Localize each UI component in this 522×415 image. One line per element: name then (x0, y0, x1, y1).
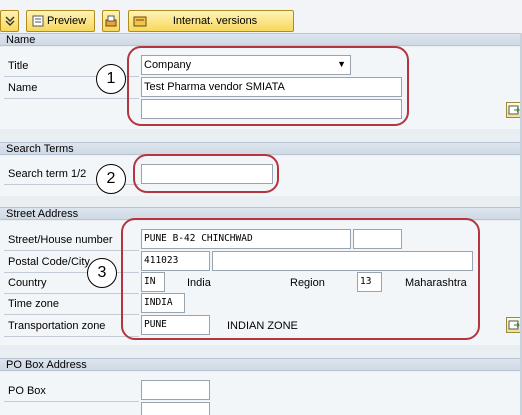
internat-versions-icon (133, 16, 147, 27)
po-section-title: PO Box Address (6, 359, 87, 371)
transport-label: Transportation zone (8, 320, 106, 332)
annotation-marker-1: 1 (96, 64, 126, 94)
po-box-field-2[interactable] (141, 402, 210, 415)
po-underline (4, 401, 139, 402)
postal-underline (4, 272, 139, 273)
print-button[interactable] (102, 10, 120, 32)
po-section-header: PO Box Address (0, 358, 522, 371)
timezone-label: Time zone (8, 298, 59, 310)
transport-underline (4, 336, 139, 337)
preview-icon (32, 15, 44, 27)
po-panel: PO Box (0, 372, 522, 415)
country-label: Country (8, 277, 47, 289)
highlight-name-box (127, 46, 409, 126)
expand-fields-icon (508, 320, 520, 330)
internat-versions-label: Internat. versions (172, 15, 258, 27)
name-section-header: Name (0, 33, 522, 46)
highlight-street-box (121, 218, 480, 340)
print-icon (105, 15, 117, 27)
name-underline (4, 98, 139, 99)
annotation-1: 1 (106, 70, 116, 87)
timezone-underline (4, 314, 139, 315)
po-box-field[interactable] (141, 380, 210, 400)
name-label: Name (8, 82, 38, 94)
search-section-title: Search Terms (6, 143, 74, 155)
street-underline (4, 250, 139, 251)
expand-button[interactable] (0, 10, 19, 32)
country-underline (4, 293, 139, 294)
toolbar: Preview Internat. versions (0, 0, 522, 33)
po-box-label: PO Box (8, 385, 46, 397)
expand-icon (5, 16, 14, 26)
postal-label: Postal Code/City (8, 256, 90, 268)
street-section-title: Street Address (6, 208, 79, 220)
street-label: Street/House number (8, 234, 113, 246)
annotation-3: 3 (97, 264, 107, 281)
name-section-title: Name (6, 34, 36, 46)
annotation-2: 2 (106, 170, 116, 187)
preview-button[interactable]: Preview (26, 10, 95, 32)
annotation-marker-2: 2 (96, 164, 126, 194)
annotation-marker-3: 3 (87, 258, 117, 288)
expand-fields-icon (508, 105, 520, 115)
search-term-label: Search term 1/2 (8, 168, 87, 180)
internat-versions-button[interactable]: Internat. versions (128, 10, 294, 32)
preview-label: Preview (46, 15, 87, 27)
title-label: Title (8, 60, 29, 72)
highlight-search-box (133, 154, 279, 193)
